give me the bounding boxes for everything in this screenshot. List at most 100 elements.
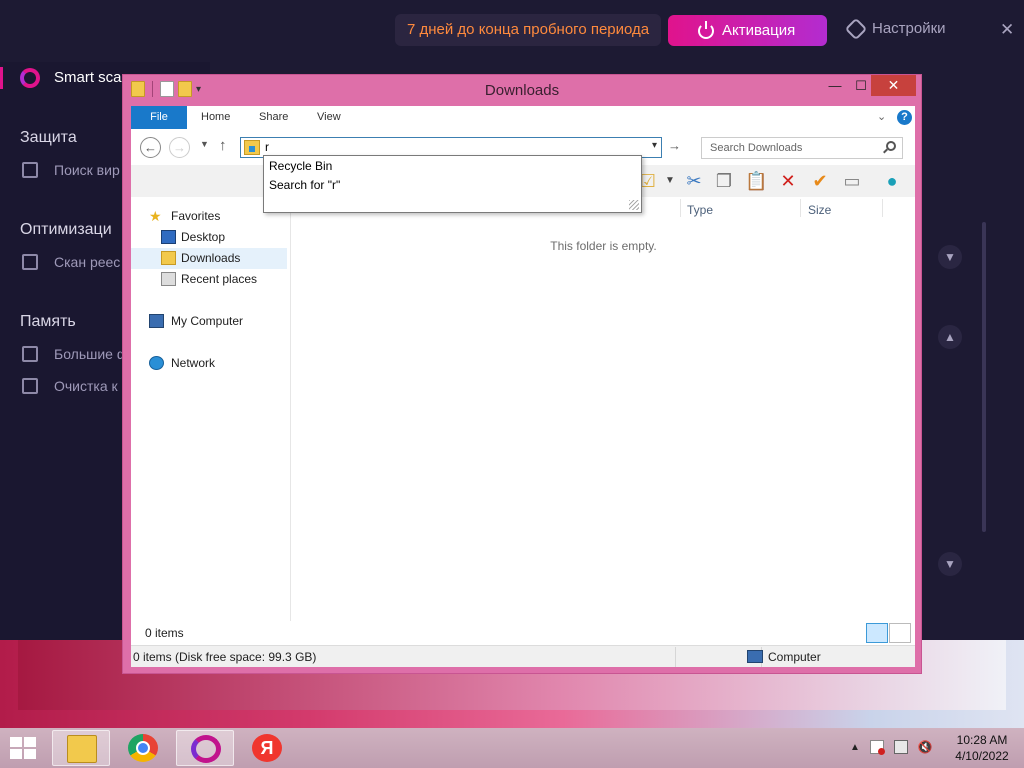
ribbon-tabs: File Home Share View ⌄ ? (131, 106, 915, 129)
start-button[interactable] (10, 737, 38, 759)
shell-icon[interactable]: ● (881, 170, 903, 192)
status-separator (675, 647, 676, 667)
taskbar-chrome[interactable] (114, 730, 172, 766)
search-box[interactable]: Search Downloads (701, 137, 903, 159)
activate-button[interactable]: Активация (668, 15, 827, 46)
tab-home[interactable]: Home (201, 106, 230, 129)
file-list[interactable]: Type Size This folder is empty. (292, 197, 915, 621)
sidebar-item-antivirus[interactable]: Поиск вир (54, 162, 120, 178)
activate-label: Активация (722, 22, 796, 39)
windows-logo-icon (24, 749, 36, 759)
nav-item-desktop[interactable]: Desktop (131, 227, 287, 248)
nav-item-network[interactable]: Network (131, 353, 287, 374)
taskbar-file-explorer[interactable] (52, 730, 110, 766)
resize-grip-icon[interactable] (629, 200, 639, 210)
details-view-button[interactable] (866, 623, 888, 643)
location-status: Computer (768, 650, 821, 664)
copy-icon[interactable]: ❐ (713, 170, 735, 192)
back-button[interactable]: ← (140, 137, 161, 158)
recent-locations-icon[interactable]: ▼ (200, 139, 209, 149)
large-icons-view-button[interactable] (889, 623, 911, 643)
show-hidden-icons[interactable]: ▲ (850, 742, 860, 753)
sidebar-section-protection: Защита (20, 129, 77, 146)
taskbar: Я ▲ 🔇 10:28 AM 4/10/2022 (0, 728, 1024, 768)
volume-muted-icon[interactable]: 🔇 (918, 740, 933, 754)
column-separator[interactable] (882, 199, 883, 217)
sidebar-active-indicator (0, 67, 3, 89)
alert-badge-icon (877, 748, 885, 755)
sidebar-section-memory: Память (20, 313, 76, 330)
sidebar-item-cleanup[interactable]: Очистка к (54, 378, 118, 394)
nav-label: Desktop (181, 230, 226, 244)
close-button[interactable]: ✕ (871, 75, 916, 96)
search-icon[interactable] (886, 141, 896, 151)
power-icon (698, 20, 714, 39)
delete-icon[interactable]: ✕ (777, 170, 799, 192)
network-tray-icon[interactable] (893, 740, 908, 754)
settings-button[interactable]: Настройки (844, 17, 946, 40)
chevron-down-icon[interactable]: ▼ (938, 552, 962, 576)
system-clock[interactable]: 10:28 AM 4/10/2022 (950, 732, 1014, 764)
chevron-down-icon[interactable]: ▼ (938, 245, 962, 269)
windows-logo-icon (24, 737, 36, 747)
windows-logo-icon (10, 749, 22, 759)
forward-button[interactable]: → (169, 137, 190, 158)
item-count: 0 items (145, 626, 184, 640)
star-icon: ★ (149, 208, 162, 224)
up-button[interactable]: ↑ (219, 137, 227, 154)
desktop-icon (161, 230, 176, 244)
sidebar-section-optimization: Оптимизаци (20, 221, 112, 238)
chevron-up-icon[interactable]: ▲ (938, 325, 962, 349)
computer-icon (747, 650, 763, 663)
details-status-bar: 0 items (Disk free space: 99.3 GB) Compu… (131, 645, 915, 667)
file-explorer-icon (67, 735, 97, 763)
background-app-right-panel (920, 62, 1024, 640)
trial-period-banner[interactable]: 7 дней до конца пробного периода (395, 14, 662, 46)
background-scrollbar[interactable] (982, 222, 986, 532)
navigation-pane: ★ Favorites Desktop Downloads Recent pla… (131, 197, 291, 621)
address-input[interactable]: r (265, 140, 269, 154)
sidebar-item-registry[interactable]: Скан реес (54, 254, 120, 270)
tab-share[interactable]: Share (259, 106, 288, 129)
paste-icon[interactable]: 📋 (745, 170, 767, 192)
tab-view[interactable]: View (317, 106, 341, 129)
search-placeholder: Search Downloads (710, 142, 803, 154)
rename-icon[interactable]: ▭ (841, 170, 863, 192)
background-app-topbar: 7 дней до конца пробного периода Активац… (0, 0, 1024, 62)
autocomplete-item-recycle-bin[interactable]: Recycle Bin (269, 159, 332, 173)
yandex-icon: Я (252, 734, 282, 762)
cut-icon[interactable]: ✂ (683, 170, 705, 192)
network-icon (149, 356, 164, 370)
disk-space-status: 0 items (Disk free space: 99.3 GB) (133, 650, 317, 664)
column-separator[interactable] (800, 199, 801, 217)
address-dropdown-icon[interactable]: ▾ (652, 140, 657, 151)
ribbon-expand-icon[interactable]: ⌄ (877, 110, 886, 123)
opera-icon (191, 735, 221, 763)
column-separator[interactable] (680, 199, 681, 217)
autocomplete-item-search[interactable]: Search for "r" (269, 178, 340, 192)
nav-item-my-computer[interactable]: My Computer (131, 311, 287, 332)
nav-label: Favorites (171, 209, 221, 223)
app-logo-icon (20, 68, 40, 88)
select-dropdown-icon[interactable]: ▼ (659, 170, 681, 192)
sidebar-item-smart-scan[interactable]: Smart sca (54, 69, 122, 86)
clock-time: 10:28 AM (956, 733, 1008, 747)
help-icon[interactable]: ? (897, 110, 912, 125)
taskbar-opera[interactable] (176, 730, 234, 766)
column-header-size[interactable]: Size (808, 203, 831, 217)
title-bar[interactable]: ▾ Downloads — ☐ ✕ (123, 75, 921, 105)
sidebar-item-big-files[interactable]: Большие ф (54, 346, 128, 362)
explorer-content: ★ Favorites Desktop Downloads Recent pla… (131, 197, 915, 621)
column-header-type[interactable]: Type (687, 203, 713, 217)
app-close-icon[interactable]: ✕ (1000, 20, 1014, 40)
action-center-icon[interactable] (869, 740, 885, 755)
go-arrow-icon[interactable]: → (668, 138, 681, 153)
taskbar-yandex[interactable]: Я (238, 730, 296, 766)
check-icon[interactable]: ✔ (809, 170, 831, 192)
folder-icon (22, 346, 38, 362)
windows-logo-icon (10, 737, 22, 747)
chrome-icon (128, 734, 158, 762)
nav-item-downloads[interactable]: Downloads (131, 248, 287, 269)
nav-item-recent-places[interactable]: Recent places (131, 269, 287, 290)
tab-file[interactable]: File (131, 106, 187, 129)
